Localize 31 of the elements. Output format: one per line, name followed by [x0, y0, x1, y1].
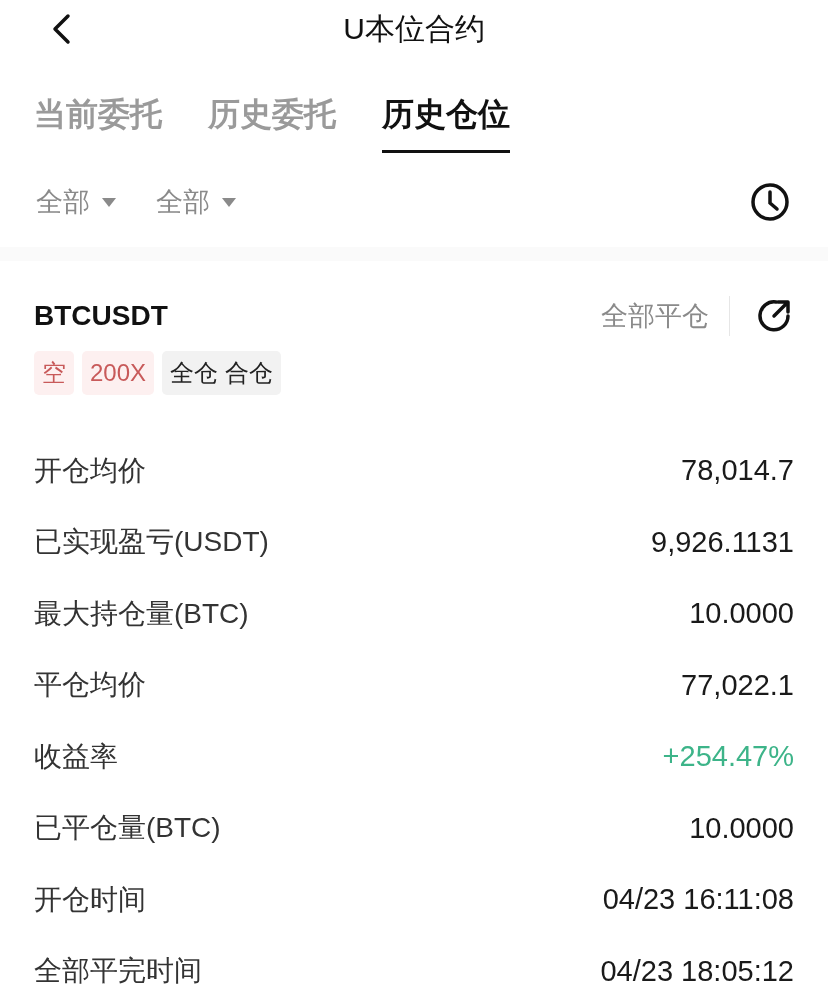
- field-label: 平仓均价: [34, 668, 146, 703]
- tag: 200X: [82, 351, 155, 395]
- field-label: 开仓时间: [34, 882, 146, 917]
- field-value: 78,014.7: [681, 453, 794, 488]
- field-label: 已实现盈亏(USDT): [34, 525, 269, 560]
- field-value: 77,022.1: [681, 667, 794, 703]
- close-all-link[interactable]: 全部平仓: [601, 295, 730, 337]
- field-value: 04/23 18:05:12: [600, 953, 794, 989]
- field-label: 开仓均价: [34, 453, 146, 488]
- field-label: 已平仓量(BTC): [34, 811, 221, 846]
- field-label: 全部平完时间: [34, 954, 202, 989]
- field-value: 04/23 16:11:08: [602, 882, 794, 917]
- field-value: +254.47%: [662, 739, 794, 774]
- caret-icon: [222, 197, 236, 207]
- field-label: 最大持仓量(BTC): [34, 596, 249, 631]
- tab[interactable]: 当前委托: [34, 90, 162, 153]
- tag: 全仓 合仓: [162, 351, 281, 395]
- field-value: 10.0000: [689, 810, 794, 846]
- history-button[interactable]: [750, 182, 790, 222]
- tab[interactable]: 历史仓位: [382, 90, 510, 153]
- filter-dropdown[interactable]: 全部: [156, 181, 236, 223]
- page-title: U本位合约: [343, 10, 485, 47]
- tab[interactable]: 历史委托: [208, 90, 336, 153]
- clock-icon: [750, 182, 790, 222]
- field-label: 收益率: [34, 739, 118, 774]
- caret-icon: [102, 197, 116, 207]
- tag: 空: [34, 351, 74, 395]
- symbol-name: BTCUSDT: [34, 299, 168, 333]
- field-value: 10.0000: [689, 596, 794, 631]
- field-value: 9,926.1131: [651, 524, 794, 560]
- filter-dropdown[interactable]: 全部: [36, 181, 116, 223]
